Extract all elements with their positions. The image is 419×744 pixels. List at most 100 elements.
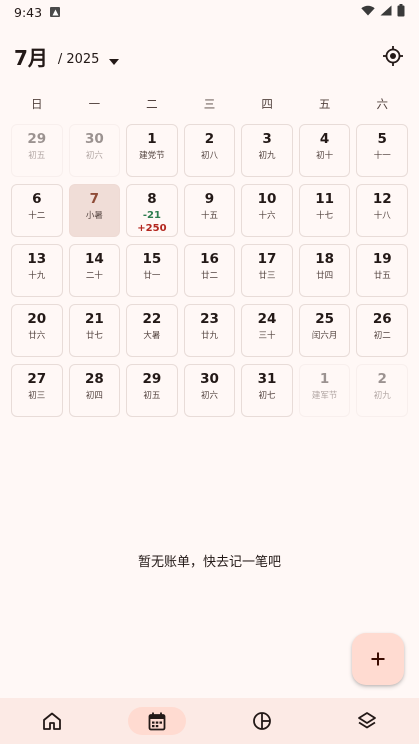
nav-calendar[interactable]	[105, 698, 210, 744]
nav-home[interactable]	[0, 698, 105, 744]
weekday-mon: 一	[88, 97, 101, 111]
calendar-day[interactable]: 30 初六	[183, 364, 236, 417]
nav-layers-pill	[338, 707, 396, 735]
weekday-thu: 四	[261, 97, 273, 111]
calendar-day[interactable]: 5 十一	[356, 124, 408, 177]
lunar-label: 初六	[200, 391, 218, 401]
weekday-wed: 三	[203, 97, 216, 111]
calendar-day[interactable]: 9 十五	[183, 184, 236, 237]
month-header: 7月 / 2025	[0, 38, 419, 74]
calendar-day[interactable]: 14 二十	[68, 244, 121, 297]
lunar-label: 廿六	[28, 331, 46, 341]
lunar-label: 大暑	[143, 331, 161, 341]
day-number: 3	[262, 131, 272, 147]
lunar-label: 廿五	[373, 271, 391, 281]
day-number: 12	[372, 191, 392, 207]
calendar-day[interactable]: 2 初九	[356, 364, 408, 417]
day-number: 30	[200, 371, 219, 387]
month-label[interactable]: 7月	[14, 42, 48, 71]
calendar-day[interactable]: 29 初五	[126, 364, 178, 417]
calendar-day[interactable]: 27 初三	[11, 364, 63, 417]
calendar-day[interactable]: 10 十六	[241, 184, 293, 237]
lunar-label: 初九	[258, 151, 276, 161]
calendar-day[interactable]: 26 初二	[356, 304, 408, 357]
calendar-day[interactable]: 4 初十	[298, 124, 351, 177]
calendar-day[interactable]: 22 大暑	[126, 304, 178, 357]
notification-icon	[50, 7, 61, 17]
lunar-label: 十五	[200, 211, 218, 221]
nav-layers[interactable]	[314, 698, 419, 744]
lunar-label: 十八	[373, 211, 391, 221]
day-number: 8	[147, 191, 157, 207]
year-separator: /	[57, 51, 63, 67]
day-number: 22	[142, 311, 162, 327]
calendar-day[interactable]: 15 廿一	[126, 244, 178, 297]
nav-statistics[interactable]	[210, 698, 315, 744]
day-number: 14	[84, 251, 104, 267]
day-number: 29	[142, 371, 162, 387]
lunar-label: 初十	[316, 151, 334, 161]
calendar-day[interactable]: 2 初八	[183, 124, 236, 177]
calendar-day-today[interactable]: 7 小暑	[68, 184, 121, 237]
day-number: 29	[27, 131, 47, 147]
calendar-day[interactable]: 24 三十	[241, 304, 293, 357]
calendar-day[interactable]: 6 十二	[11, 184, 63, 237]
calendar-day[interactable]: 31 初七	[241, 364, 293, 417]
lunar-label: 初三	[28, 391, 46, 401]
lunar-label: 廿七	[85, 331, 103, 341]
calendar-day[interactable]: 30 初六	[68, 124, 121, 177]
weekday-fri: 五	[318, 97, 331, 111]
lunar-label: 廿四	[316, 271, 334, 281]
day-number: 11	[315, 191, 335, 207]
calendar-day[interactable]: 13 十九	[11, 244, 63, 297]
plus-icon	[371, 652, 385, 666]
weekday-header: 日 一 二 三 四 五 六	[8, 96, 411, 116]
weekday-sat: 六	[376, 97, 388, 111]
status-time: 9:43	[14, 4, 43, 20]
calendar-day[interactable]: 3 初九	[241, 124, 293, 177]
day-income: +250	[137, 223, 167, 234]
calendar-day[interactable]: 12 十八	[356, 184, 408, 237]
add-bill-button[interactable]	[352, 633, 404, 685]
calendar-day[interactable]: 8 -21 +250	[126, 184, 178, 237]
day-number: 4	[319, 131, 330, 147]
lunar-label: 廿九	[200, 331, 218, 341]
day-number: 21	[84, 311, 104, 327]
calendar-day[interactable]: 28 初四	[68, 364, 121, 417]
calendar-day[interactable]: 19 廿五	[356, 244, 408, 297]
day-number: 2	[377, 371, 387, 387]
calendar-day[interactable]: 11 十七	[298, 184, 351, 237]
calendar-day[interactable]: 25 闰六月	[298, 304, 351, 357]
day-number: 28	[84, 371, 104, 387]
bottom-navigation	[0, 698, 419, 744]
lunar-label: 十一	[373, 151, 391, 161]
day-number: 15	[142, 251, 162, 267]
lunar-label: 十九	[28, 271, 46, 281]
calendar-day[interactable]: 1 建党节	[126, 124, 178, 177]
calendar-day[interactable]: 21 廿七	[68, 304, 121, 357]
signal-icon	[380, 5, 392, 19]
dropdown-arrow-icon[interactable]	[109, 50, 120, 69]
calendar-day[interactable]: 16 廿二	[183, 244, 236, 297]
calendar-day[interactable]: 23 廿九	[183, 304, 236, 357]
calendar-day[interactable]: 20 廿六	[11, 304, 63, 357]
lunar-label: 廿一	[143, 271, 161, 281]
lunar-label: 初五	[28, 151, 46, 161]
lunar-label: 十二	[28, 211, 46, 221]
day-number: 18	[315, 251, 335, 267]
nav-home-pill	[23, 707, 81, 735]
home-icon	[43, 712, 62, 730]
lunar-label: 初六	[85, 151, 103, 161]
lunar-label: 初八	[200, 151, 218, 161]
year-label[interactable]: 2025	[66, 52, 99, 67]
locate-today-button[interactable]	[381, 44, 405, 68]
lunar-label: 闰六月	[311, 331, 338, 341]
calendar-day[interactable]: 1 建军节	[298, 364, 351, 417]
lunar-label: 小暑	[85, 211, 103, 221]
calendar-day[interactable]: 29 初五	[11, 124, 63, 177]
lunar-label: 廿三	[258, 271, 276, 281]
lunar-label: 十六	[258, 211, 276, 221]
calendar-day[interactable]: 18 廿四	[298, 244, 351, 297]
calendar-day[interactable]: 17 廿三	[241, 244, 293, 297]
calendar-grid: 29 初五 30 初六 1 建党节 2 初八 3 初九 4 初十 5 十一 6 十二 7 小暑 8 -21 +250 9 十…	[8, 123, 411, 423]
